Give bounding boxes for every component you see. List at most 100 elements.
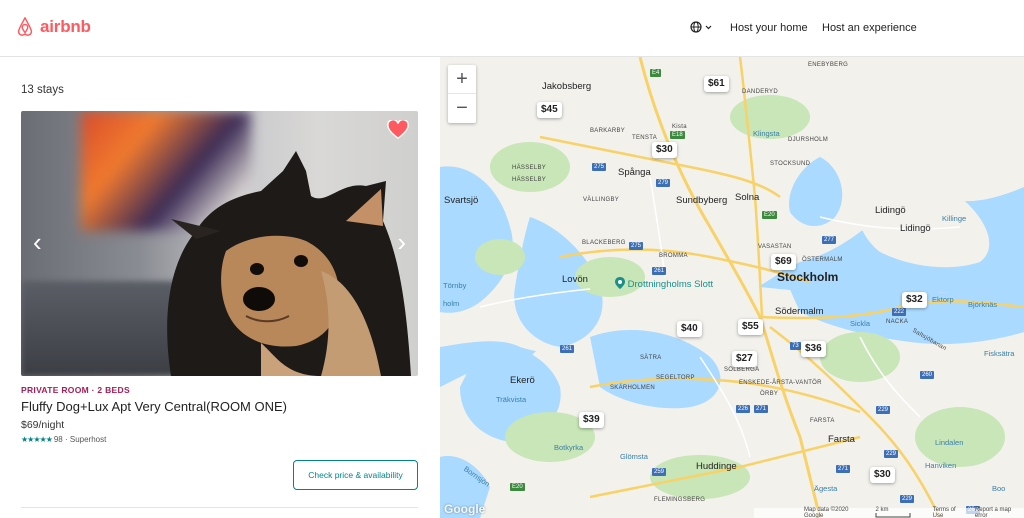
price-pin[interactable]: $30 (652, 142, 677, 158)
zoom-in-button[interactable]: + (448, 65, 476, 94)
check-price-button[interactable]: Check price & availability (293, 460, 418, 490)
map-label-trakvista: Träkvista (496, 395, 527, 404)
zoom-out-button[interactable]: − (448, 94, 476, 123)
map-label-fisksatra: Fisksätra (984, 349, 1015, 358)
room-type-label: PRIVATE ROOM · 2 BEDS (21, 385, 130, 395)
map-label-skarholmen: SKÄRHOLMEN (610, 385, 656, 391)
map-label-boo: Boo (992, 484, 1006, 493)
road-shield-222: 222 (892, 308, 907, 316)
map-label-hasselby2: HÄSSELBY (512, 177, 547, 183)
map-label-lindalen: Lindalen (935, 438, 964, 447)
top-nav: airbnb Host your home Host an experience (0, 0, 1024, 57)
price-pin[interactable]: $55 (738, 319, 763, 335)
map-label-huddinge: Huddinge (696, 461, 737, 472)
road-shield-e20-south: E20 (510, 483, 525, 491)
listing-panel: 13 stays ‹ › PRIVATE ROOM · 2 BEDS Fluff… (0, 57, 440, 518)
map-footer: Google Map data ©2020 Google 2 km Terms … (440, 502, 1024, 518)
star-rating-icon: ★★★★★ (21, 435, 53, 444)
listing-title[interactable]: Fluffy Dog+Lux Apt Very Central(ROOM ONE… (21, 399, 287, 414)
logo-wordmark: airbnb (40, 17, 91, 36)
price-pin[interactable]: $36 (801, 341, 826, 357)
host-experience-link[interactable]: Host an experience (822, 22, 917, 34)
road-shield-226: 226 (736, 405, 751, 413)
map-label-solna: Solna (735, 192, 760, 203)
map-label-botkyrka: Botkyrka (554, 443, 584, 452)
road-shield-275-south: 275 (629, 242, 644, 250)
map-label-spanga: Spånga (618, 167, 651, 178)
map-label-solberga: SOLBERGA (724, 367, 760, 373)
next-photo-button[interactable]: › (397, 229, 406, 255)
road-shield-260: 260 (920, 371, 935, 379)
map-label-hanviken: Hanviken (925, 461, 957, 470)
map-label-blackeberg: BLACKEBERG (582, 240, 626, 246)
map-label-klingsta: Klingsta (753, 129, 780, 138)
listing-price: $69/night (21, 419, 65, 431)
map-label-killinge: Killinge (942, 214, 967, 223)
language-selector[interactable] (690, 21, 712, 33)
map-label-barkarby: BARKARBY (590, 128, 626, 134)
map-label-jakobsberg: Jakobsberg (542, 81, 592, 92)
map-label-vallingby: VÄLLINGBY (583, 197, 620, 203)
location-pin-icon (615, 277, 625, 289)
map-label-flemingsberg: FLEMINGSBERG (654, 497, 706, 503)
road-shield-279: 279 (656, 179, 671, 187)
road-shield-271: 271 (754, 405, 769, 413)
price-pin[interactable]: $45 (537, 102, 562, 118)
heart-icon (387, 118, 409, 140)
map-label-ostermalm: ÖSTERMALM (802, 257, 843, 263)
map-label-agesta: Ägesta (814, 484, 838, 493)
rating-text: 98 · Superhost (53, 435, 107, 444)
listing-divider (21, 507, 418, 508)
price-pin[interactable]: $39 (579, 412, 604, 428)
airbnb-logo[interactable]: airbnb (14, 16, 91, 38)
previous-photo-button[interactable]: ‹ (33, 229, 42, 255)
road-shield-259: 259 (652, 468, 667, 476)
road-shield-261: 261 (652, 267, 667, 275)
map-label-enebyberg: ENEBYBERG (808, 62, 849, 68)
map-label-sundbyberg: Sundbyberg (676, 195, 728, 206)
price-pin[interactable]: $40 (677, 321, 702, 337)
report-map-error-link[interactable]: Report a map error (975, 507, 1024, 518)
map-label-sickla: Sickla (850, 319, 871, 328)
dog-photo (167, 151, 411, 376)
airbnb-logo-icon (17, 17, 33, 36)
map-label-tensta: TENSTA (632, 135, 658, 141)
host-your-home-link[interactable]: Host your home (730, 22, 808, 34)
map-label-tornby: Törnby (443, 281, 467, 290)
map-label-stocksund: STOCKSUND (770, 161, 811, 167)
map-label-vasastan: VASASTAN (758, 244, 792, 250)
map-label-sodermalm: Södermalm (775, 306, 824, 317)
road-shield-229b: 229 (884, 450, 899, 458)
map-scale: 2 km (875, 507, 924, 518)
map-label-farsta2: Farsta (828, 434, 855, 445)
chevron-down-icon (705, 25, 712, 29)
map-label-kista: Kista (672, 124, 687, 130)
road-shield-271-south: 271 (836, 465, 851, 473)
map-label-danderyd: DANDERYD (742, 89, 778, 95)
map-label-lidingo1: Lidingö (875, 205, 906, 216)
map-label-lidingo2: Lidingö (900, 223, 931, 234)
price-pin[interactable]: $27 (732, 351, 757, 367)
map-label-nacka: NACKA (886, 319, 909, 325)
price-pin[interactable]: $32 (902, 292, 927, 308)
map-view[interactable]: Jakobsberg Kista ENEBYBERG DANDERYD Klin… (440, 57, 1024, 518)
road-shield-e18: E18 (670, 131, 685, 139)
terms-link[interactable]: Terms of Use (933, 507, 967, 518)
price-pin[interactable]: $69 (771, 254, 796, 270)
map-label-bromma: BROMMA (659, 253, 688, 259)
road-shield-277: 277 (822, 236, 837, 244)
map-base (440, 57, 1024, 518)
road-shield-261-west: 261 (560, 345, 575, 353)
map-data-credit[interactable]: Map data ©2020 Google (804, 507, 867, 518)
price-pin[interactable]: $30 (870, 467, 895, 483)
map-label-enskede: ENSKEDE-ÅRSTA-VANTÖR (739, 380, 822, 386)
listing-photo-carousel[interactable]: ‹ › (21, 111, 418, 376)
road-shield-275-north: 275 (592, 163, 607, 171)
map-label-orby: ÖRBY (760, 391, 779, 397)
save-favorite-button[interactable] (387, 118, 409, 145)
map-label-glomsta: Glömsta (620, 452, 648, 461)
road-shield-e20: E20 (762, 211, 777, 219)
road-shield-73: 73 (790, 342, 801, 350)
scale-bar-icon (875, 512, 911, 518)
price-pin[interactable]: $61 (704, 76, 729, 92)
